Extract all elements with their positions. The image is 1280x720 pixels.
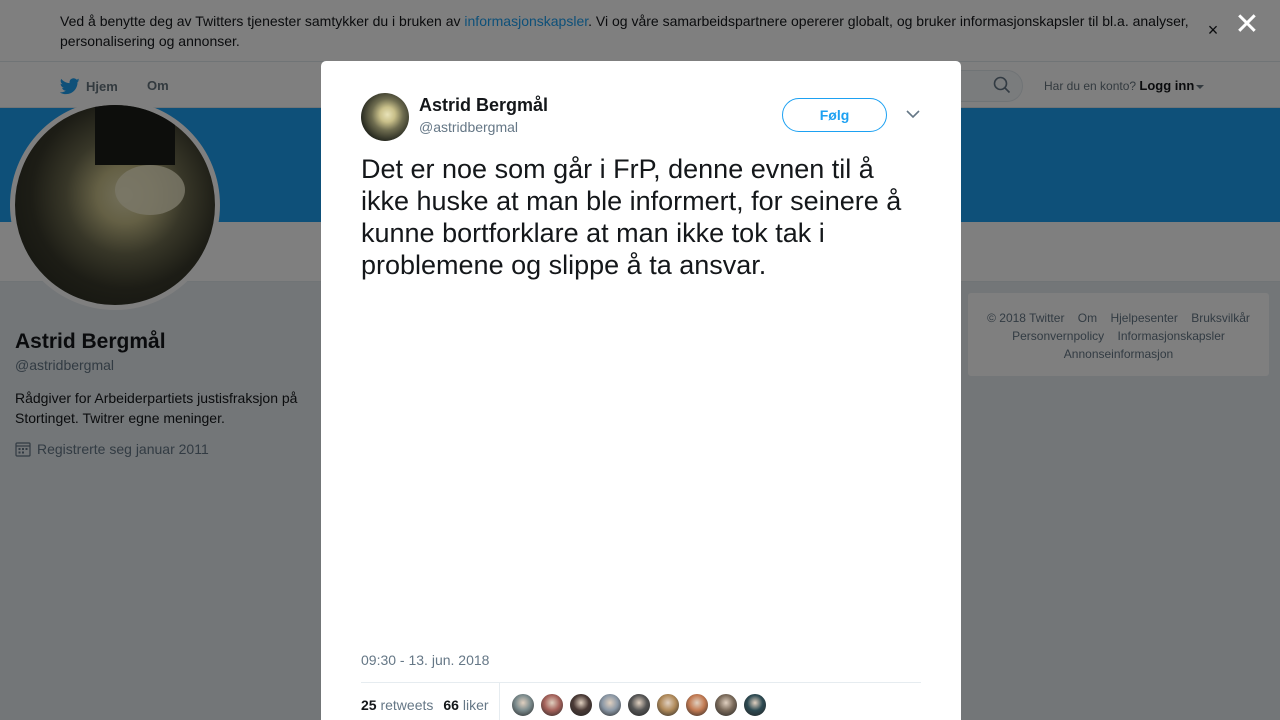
- tweet-text: Det er noe som går i FrP, denne evnen ti…: [361, 154, 902, 280]
- tweet-author-name[interactable]: Astrid Bergmål: [419, 95, 548, 116]
- likes-label: liker: [462, 697, 489, 713]
- likers-list: [511, 693, 772, 717]
- likes-count: 66: [443, 697, 459, 713]
- liker-avatar[interactable]: [569, 693, 593, 717]
- liker-avatar[interactable]: [743, 693, 767, 717]
- tweet-author-avatar[interactable]: [361, 93, 409, 141]
- liker-avatar[interactable]: [685, 693, 709, 717]
- likes-stat[interactable]: 66 liker: [443, 697, 488, 713]
- liker-avatar[interactable]: [540, 693, 564, 717]
- liker-avatar[interactable]: [598, 693, 622, 717]
- chevron-down-icon[interactable]: [905, 108, 921, 120]
- liker-avatar[interactable]: [627, 693, 651, 717]
- follow-button[interactable]: Følg: [782, 98, 887, 132]
- liker-avatar[interactable]: [656, 693, 680, 717]
- liker-avatar[interactable]: [511, 693, 535, 717]
- liker-avatar[interactable]: [714, 693, 738, 717]
- retweets-stat[interactable]: 25 retweets: [361, 697, 433, 713]
- retweets-label: retweets: [380, 697, 434, 713]
- tweet-author-handle[interactable]: @astridbergmal: [419, 119, 518, 135]
- divider: [361, 682, 921, 683]
- tweet-modal: Astrid Bergmål @astridbergmal Følg Det e…: [321, 61, 961, 720]
- retweets-count: 25: [361, 697, 377, 713]
- tweet-timestamp[interactable]: 09:30 - 13. jun. 2018: [361, 652, 489, 668]
- tweet-stats: 25 retweets 66 liker: [361, 697, 499, 713]
- close-icon[interactable]: ✕: [1234, 10, 1260, 40]
- divider: [499, 683, 500, 720]
